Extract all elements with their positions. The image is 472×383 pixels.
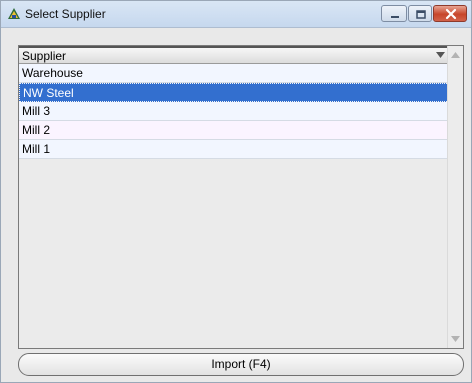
supplier-column-header[interactable]: Supplier [19,46,449,64]
close-icon [445,8,457,20]
select-supplier-window: Select Supplier Supplier Warehouse NW St… [0,0,472,383]
title-bar[interactable]: Select Supplier [1,1,471,28]
minimize-icon [391,16,399,18]
scroll-down-arrow-icon[interactable] [451,336,460,342]
close-button[interactable] [433,5,467,22]
vertical-scrollbar[interactable] [447,46,463,348]
window-title: Select Supplier [25,7,106,21]
sort-down-icon[interactable] [436,51,445,59]
list-item[interactable]: Mill 3 [19,102,449,121]
maximize-button[interactable] [408,5,432,22]
list-item[interactable]: Mill 1 [19,140,449,159]
supplier-rows: Warehouse NW Steel Mill 3 Mill 2 Mill 1 [19,64,449,159]
supplier-list[interactable]: Supplier Warehouse NW Steel Mill 3 Mill … [18,45,464,349]
minimize-button[interactable] [381,5,407,22]
maximize-icon [416,10,426,19]
import-button[interactable]: Import (F4) [18,353,464,376]
list-item[interactable]: Warehouse [19,64,449,83]
list-item[interactable]: Mill 2 [19,121,449,140]
supplier-app-icon [8,8,20,19]
list-item-selected[interactable]: NW Steel [19,83,449,102]
scroll-up-arrow-icon[interactable] [451,52,460,58]
supplier-header-label: Supplier [22,49,67,63]
